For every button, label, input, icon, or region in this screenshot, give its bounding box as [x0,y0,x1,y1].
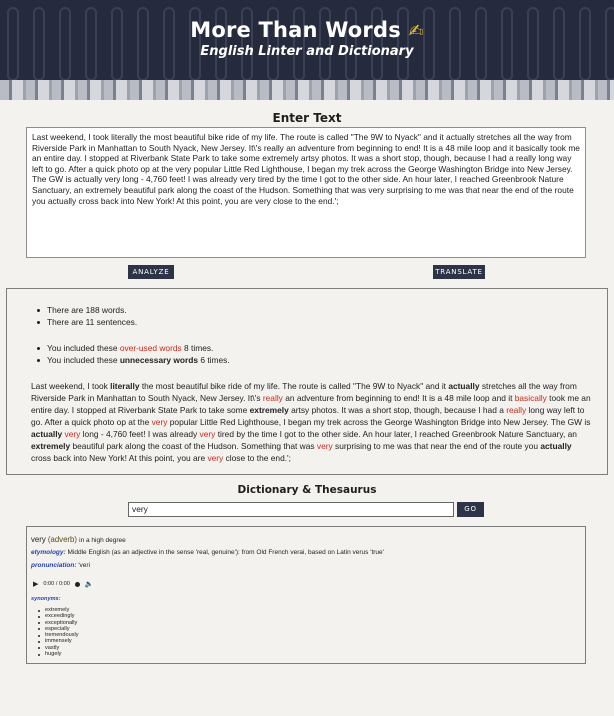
issues-list: You included these over-used words 8 tim… [37,342,230,366]
etymology-line: etymology: Middle English (as an adjecti… [31,549,384,556]
dictionary-word-line: very (adverb) in a high degree [31,535,126,544]
unnecessary-words-note: You included these unnecessary words 6 t… [37,354,230,366]
overused-word: very [316,441,333,451]
text-segment: popular Little Red Lighthouse, I began m… [167,417,591,427]
unnecessary-word: actually [540,441,572,451]
text-segment: cross back into New York! At this point,… [31,453,208,463]
dictionary-heading: Dictionary & Thesaurus [237,484,377,496]
unnecessary-word: actually [448,381,480,391]
text-segment: an adventure from beginning to end! It i… [282,393,515,403]
text-segment: tired by the time I got to the other sid… [215,429,577,439]
overused-word: really [262,393,283,403]
unnecessary-word: extremely [249,405,289,415]
sentence-count: There are 11 sentences. [37,316,137,328]
text-segment: long - 4,760 feet! I was already [80,429,200,439]
overused-word: very [199,429,216,439]
unnecessary-word: actually [31,429,63,439]
synonyms-label-line: synonyms: [31,595,61,602]
notebook-spiral-band [0,80,614,100]
text-input-area[interactable]: Last weekend, I took literally the most … [26,127,586,258]
synonyms-list: extremely exceedingly exceptionally espe… [37,607,79,657]
audio-player: ▶ 0:00 / 0:00 🔈 [33,578,94,590]
play-icon[interactable]: ▶ [33,580,38,588]
text-segment: beautiful park along the coast of the Hu… [70,441,317,451]
overused-word: very [64,429,81,439]
text-segment: surprising to me was that near the end o… [332,441,541,451]
pronunciation-line: pronunciation: 'veri [31,562,90,569]
text-segment: the most beautiful bike ride of my life.… [139,381,449,391]
analyze-button[interactable]: ANALYZE [128,265,174,279]
overused-word: very [207,453,224,463]
app-title: More Than Words ✍ [0,18,614,42]
definition: in a high degree [79,537,126,544]
synonyms-label: synonyms: [31,596,61,602]
word-count: There are 188 words. [37,304,137,316]
enter-text-heading: Enter Text [272,111,342,125]
overused-words-note: You included these over-used words 8 tim… [37,342,230,354]
app-title-text: More Than Words [190,18,401,42]
overused-words-link[interactable]: over-used words [120,343,182,353]
unnecessary-word: extremely [31,441,71,451]
unnecessary-words-label: unnecessary words [119,355,199,365]
text-segment: close to the end.'; [223,453,291,463]
unnecessary-word: literally [110,381,140,391]
text-segment: Last weekend, I took [31,381,111,391]
dictionary-word: very [31,535,46,544]
volume-icon[interactable]: 🔈 [85,580,94,588]
seek-dot-icon[interactable] [74,581,80,587]
pronunciation-label: pronunciation: [31,562,77,569]
highlighted-text: Last weekend, I took literally the most … [31,380,591,464]
overused-word: basically [514,393,547,403]
pronunciation-text: 'veri [78,562,91,569]
analysis-results-panel: There are 188 words. There are 11 senten… [6,288,608,475]
synonym-item: hugely [37,651,79,657]
part-of-speech: (adverb) [47,535,77,544]
translate-button[interactable]: TRANSLATE [433,265,485,279]
etymology-text: Middle English (as an adjective in the s… [67,549,384,556]
writing-hand-icon: ✍ [408,21,424,42]
etymology-label: etymology: [31,549,66,556]
dictionary-result-panel: very (adverb) in a high degree etymology… [26,526,586,664]
audio-time: 0:00 / 0:00 [43,581,70,587]
overused-word: very [151,417,168,427]
stats-list: There are 188 words. There are 11 senten… [37,304,137,328]
app-header: More Than Words ✍ English Linter and Dic… [0,0,614,80]
dictionary-search-input[interactable]: very [128,502,454,517]
go-button[interactable]: GO [457,502,484,517]
text-segment: artsy photos. It was a short stop, thoug… [288,405,507,415]
app-subtitle: English Linter and Dictionary [200,44,414,59]
overused-word: really [506,405,527,415]
